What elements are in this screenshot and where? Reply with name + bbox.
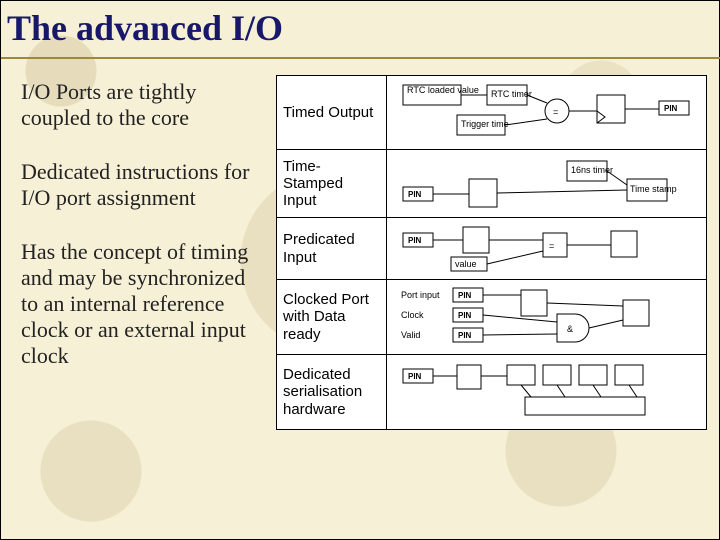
diagram-clocked-port: Port input PIN Clock PIN Valid PIN &	[387, 280, 707, 355]
label-port-input: Port input	[401, 290, 440, 300]
slide-title: The advanced I/O	[7, 7, 283, 49]
pin-label: PIN	[408, 190, 422, 199]
bullet-1: I/O Ports are tightly coupled to the cor…	[21, 79, 261, 131]
bullet-2: Dedicated instructions for I/O port assi…	[21, 159, 261, 211]
table-row: Timed Output RTC loaded value RTC timer …	[277, 76, 707, 150]
diagram-timed-output: RTC loaded value RTC timer Trigger time …	[387, 76, 707, 150]
row-label-timed-output: Timed Output	[277, 76, 387, 150]
row-label-clocked-port: Clocked Port with Data ready	[277, 280, 387, 355]
label-clock: Clock	[401, 310, 424, 320]
bullet-3: Has the concept of timing and may be syn…	[21, 239, 261, 369]
eq-icon: =	[549, 241, 554, 251]
label-value: value	[455, 259, 477, 269]
label-rtc-loaded: RTC loaded value	[407, 85, 479, 95]
pin-label: PIN	[664, 104, 678, 113]
label-rtc-timer: RTC timer	[491, 89, 532, 99]
pin-label: PIN	[458, 291, 472, 300]
table-row: Dedicated serialisation hardware PIN	[277, 355, 707, 430]
pin-label: PIN	[408, 372, 422, 381]
pin-label: PIN	[458, 311, 472, 320]
row-label-predicated: Predicated Input	[277, 218, 387, 280]
label-trigger-time: Trigger time	[461, 119, 509, 129]
label-valid: Valid	[401, 330, 420, 340]
row-label-serialisation: Dedicated serialisation hardware	[277, 355, 387, 430]
bullet-list: I/O Ports are tightly coupled to the cor…	[21, 79, 261, 397]
and-gate-icon: &	[567, 324, 573, 334]
eq-icon: =	[553, 107, 558, 117]
pin-label: PIN	[408, 236, 422, 245]
diagram-predicated-input: PIN value =	[387, 218, 707, 280]
table-row: Clocked Port with Data ready Port input …	[277, 280, 707, 355]
title-underline	[1, 57, 720, 59]
label-time-stamp: Time stamp	[630, 184, 677, 194]
table-row: Time-Stamped Input PIN 16ns timer Time s…	[277, 150, 707, 218]
pin-label: PIN	[458, 331, 472, 340]
label-16ns-timer: 16ns timer	[571, 165, 613, 175]
diagram-time-stamped-input: PIN 16ns timer Time stamp	[387, 150, 707, 218]
table-row: Predicated Input PIN value =	[277, 218, 707, 280]
row-label-time-stamped: Time-Stamped Input	[277, 150, 387, 218]
diagram-serialisation: PIN	[387, 355, 707, 430]
io-table: Timed Output RTC loaded value RTC timer …	[276, 75, 706, 430]
